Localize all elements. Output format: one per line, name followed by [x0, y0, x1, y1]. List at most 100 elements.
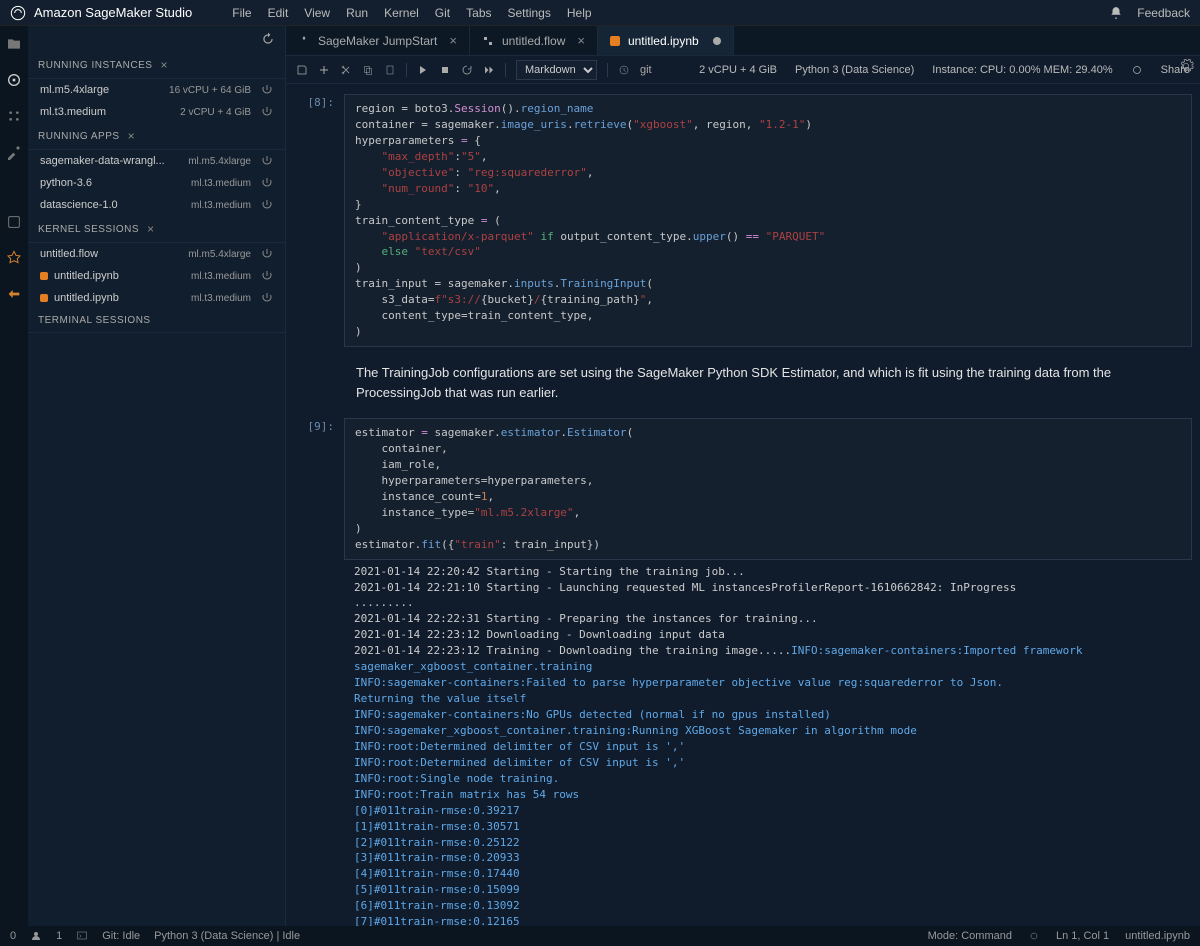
copy-icon[interactable] [362, 64, 374, 76]
app-row: sagemaker-data-wrangl...ml.m5.4xlarge [28, 150, 285, 172]
power-icon[interactable] [261, 155, 273, 167]
notebook-icon [40, 272, 48, 280]
close-icon[interactable]: × [160, 58, 168, 72]
menu-tabs[interactable]: Tabs [466, 6, 491, 20]
tab-label: SageMaker JumpStart [318, 34, 437, 48]
person-icon [30, 930, 42, 942]
section-kernel-sessions: KERNEL SESSIONS× [28, 216, 285, 243]
status-filename: untitled.ipynb [1125, 930, 1190, 942]
topbar: Amazon SageMaker Studio File Edit View R… [0, 0, 1200, 26]
kernel-row: untitled.flowml.m5.4xlarge [28, 243, 285, 265]
gear-icon[interactable] [1178, 58, 1194, 74]
endpoints-icon[interactable] [6, 286, 22, 302]
section-terminal-sessions: TERMINAL SESSIONS [28, 309, 285, 333]
commands-icon[interactable] [6, 214, 22, 230]
save-icon[interactable] [296, 64, 308, 76]
tab-flow[interactable]: untitled.flow × [470, 26, 598, 55]
code-cell[interactable]: [9]: estimator = sagemaker.estimator.Est… [294, 418, 1192, 926]
menu-bar: File Edit View Run Kernel Git Tabs Setti… [232, 6, 1109, 20]
status-left-0[interactable]: 0 [10, 930, 16, 942]
menu-help[interactable]: Help [567, 6, 592, 20]
app-logo-icon [10, 5, 26, 21]
power-icon[interactable] [261, 84, 273, 96]
fast-forward-icon[interactable] [483, 64, 495, 76]
clock-icon[interactable] [618, 64, 630, 76]
menu-edit[interactable]: Edit [268, 6, 289, 20]
flow-icon [482, 35, 494, 47]
instance-row: ml.m5.4xlarge16 vCPU + 64 GiB [28, 79, 285, 101]
tab-close-icon[interactable]: × [449, 33, 457, 48]
code-input[interactable]: region = boto3.Session().region_name con… [344, 94, 1192, 347]
status-git[interactable]: Git: Idle [102, 930, 140, 942]
tab-notebook[interactable]: untitled.ipynb [598, 26, 734, 55]
power-icon[interactable] [261, 248, 273, 260]
power-icon[interactable] [261, 270, 273, 282]
notebook-icon [40, 294, 48, 302]
code-input[interactable]: estimator = sagemaker.estimator.Estimato… [344, 418, 1192, 560]
notebook-area[interactable]: [8]: region = boto3.Session().region_nam… [286, 84, 1200, 926]
status-ln-col[interactable]: Ln 1, Col 1 [1056, 930, 1109, 942]
power-icon[interactable] [261, 177, 273, 189]
restart-icon[interactable] [461, 64, 473, 76]
instance-row: ml.t3.medium2 vCPU + 4 GiB [28, 101, 285, 123]
side-panel: RUNNING INSTANCES× ml.m5.4xlarge16 vCPU … [28, 26, 286, 926]
cut-icon[interactable] [340, 64, 352, 76]
app-title: Amazon SageMaker Studio [34, 5, 192, 20]
tab-bar: SageMaker JumpStart × untitled.flow × un… [286, 26, 1200, 56]
close-icon[interactable]: × [147, 222, 155, 236]
status-left-1[interactable]: 1 [56, 930, 62, 942]
add-cell-icon[interactable] [318, 64, 330, 76]
cell-prompt: [9]: [294, 418, 344, 926]
section-running-apps: RUNNING APPS× [28, 123, 285, 150]
refresh-icon[interactable] [261, 32, 275, 46]
status-kernel[interactable]: Python 3 (Data Science) | Idle [154, 930, 300, 942]
menu-settings[interactable]: Settings [508, 6, 551, 20]
tab-label: untitled.flow [502, 34, 565, 48]
rocket-icon [298, 35, 310, 47]
code-cell[interactable]: [8]: region = boto3.Session().region_nam… [294, 94, 1192, 347]
files-icon[interactable] [6, 36, 22, 52]
menu-view[interactable]: View [304, 6, 330, 20]
feedback-link[interactable]: Feedback [1137, 6, 1190, 20]
running-icon[interactable] [6, 72, 22, 88]
experiments-icon[interactable] [6, 250, 22, 266]
cell-type-select[interactable]: Markdown [516, 60, 597, 80]
close-icon[interactable]: × [128, 129, 136, 143]
status-mode: Mode: Command [928, 930, 1012, 942]
status-usage: Instance: CPU: 0.00% MEM: 29.40% [932, 64, 1112, 76]
power-icon[interactable] [261, 292, 273, 304]
menu-git[interactable]: Git [435, 6, 450, 20]
cell-output: 2021-01-14 22:20:42 Starting - Starting … [344, 560, 1192, 926]
tab-label: untitled.ipynb [628, 34, 699, 48]
status-instance-spec[interactable]: 2 vCPU + 4 GiB [699, 64, 777, 76]
stop-icon[interactable] [439, 64, 451, 76]
git-label[interactable]: git [640, 64, 652, 76]
tab-close-icon[interactable]: × [577, 33, 585, 48]
tools-icon[interactable] [6, 144, 22, 160]
tab-jumpstart[interactable]: SageMaker JumpStart × [286, 26, 470, 55]
notebook-status-icon [1028, 930, 1040, 942]
status-kernel[interactable]: Python 3 (Data Science) [795, 64, 914, 76]
terminal-icon[interactable] [76, 930, 88, 942]
components-icon[interactable] [6, 108, 22, 124]
markdown-cell[interactable]: The TrainingJob configurations are set u… [294, 355, 1192, 410]
activity-bar [0, 26, 28, 926]
paste-icon[interactable] [384, 64, 396, 76]
unsaved-indicator-icon [713, 37, 721, 45]
menu-kernel[interactable]: Kernel [384, 6, 419, 20]
cell-prompt: [8]: [294, 94, 344, 347]
run-icon[interactable] [417, 64, 429, 76]
notebook-toolbar: Markdown git 2 vCPU + 4 GiB Python 3 (Da… [286, 56, 1200, 84]
power-icon[interactable] [261, 199, 273, 211]
kernel-row: untitled.ipynbml.t3.medium [28, 287, 285, 309]
app-row: datascience-1.0ml.t3.medium [28, 194, 285, 216]
power-icon[interactable] [261, 106, 273, 118]
content-area: SageMaker JumpStart × untitled.flow × un… [286, 26, 1200, 926]
kernel-row: untitled.ipynbml.t3.medium [28, 265, 285, 287]
kernel-status-icon [1131, 64, 1143, 76]
menu-file[interactable]: File [232, 6, 251, 20]
menu-run[interactable]: Run [346, 6, 368, 20]
app-row: python-3.6ml.t3.medium [28, 172, 285, 194]
notifications-icon[interactable] [1109, 6, 1123, 20]
markdown-text: The TrainingJob configurations are set u… [344, 355, 1192, 410]
